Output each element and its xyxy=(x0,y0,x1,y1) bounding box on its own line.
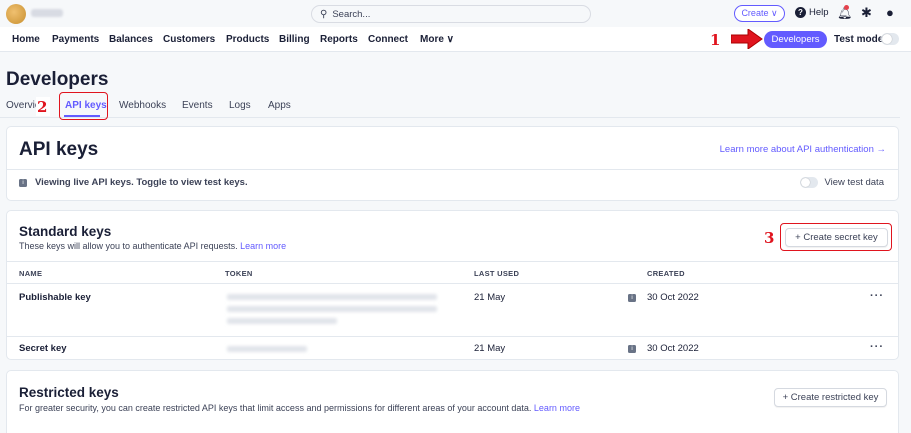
annotation-1: 1 xyxy=(710,31,721,49)
create-button[interactable]: Create ∨ xyxy=(734,5,785,22)
divider xyxy=(7,261,898,262)
key-name: Publishable key xyxy=(19,292,91,303)
test-mode-label: Test mode xyxy=(834,34,884,45)
column-header-created: CREATED xyxy=(647,269,685,278)
row-menu-icon[interactable]: ··· xyxy=(870,341,884,353)
annotation-3: 3 xyxy=(764,229,775,247)
learn-api-auth-link[interactable]: Learn more about API authentication → xyxy=(720,144,886,155)
last-used: 21 May xyxy=(474,343,506,354)
restricted-keys-subtitle: For greater security, you can create res… xyxy=(19,403,580,413)
info-icon[interactable]: i xyxy=(628,294,636,302)
annotation-3-highlight xyxy=(780,223,892,251)
divider xyxy=(7,283,898,284)
column-header-token: TOKEN xyxy=(225,269,253,278)
search-placeholder: Search... xyxy=(332,8,371,20)
standard-keys-learn-more-link[interactable]: Learn more xyxy=(240,241,286,251)
nav-item-customers[interactable]: Customers xyxy=(163,34,215,45)
api-keys-title: API keys xyxy=(19,139,99,160)
token-redacted xyxy=(227,346,307,352)
nav-item-billing[interactable]: Billing xyxy=(279,34,310,45)
nav-item-balances[interactable]: Balances xyxy=(109,34,153,45)
gear-icon[interactable]: ✱ xyxy=(861,5,872,21)
tab-bar: Overview API keys Webhooks Events Logs A… xyxy=(0,96,900,118)
standard-keys-subtitle: These keys will allow you to authenticat… xyxy=(19,241,286,251)
nav-item-more[interactable]: More ∨ xyxy=(420,34,454,45)
help-icon: ? xyxy=(795,7,806,18)
nav-item-connect[interactable]: Connect xyxy=(368,34,408,45)
key-name: Secret key xyxy=(19,343,67,354)
token-redacted xyxy=(227,318,337,324)
row-menu-icon[interactable]: ··· xyxy=(870,290,884,302)
top-bar: ⚲ Search... Create ∨ ? Help 🔔︎ ✱ ● xyxy=(0,0,911,27)
created-date: 30 Oct 2022 xyxy=(647,343,699,354)
user-icon[interactable]: ● xyxy=(886,5,894,20)
search-icon: ⚲ xyxy=(320,8,328,20)
view-test-toggle-switch[interactable] xyxy=(800,177,819,188)
account-name-blurred[interactable] xyxy=(31,9,63,17)
create-restricted-key-button[interactable]: + Create restricted key xyxy=(774,388,887,407)
nav-item-products[interactable]: Products xyxy=(226,34,269,45)
token-redacted xyxy=(227,306,437,312)
info-icon: i xyxy=(19,179,27,187)
notification-dot xyxy=(844,5,849,10)
restricted-keys-title: Restricted keys xyxy=(19,385,119,400)
column-header-name: NAME xyxy=(19,269,43,278)
restricted-keys-card: Restricted keys For greater security, yo… xyxy=(6,370,899,433)
nav-item-payments[interactable]: Payments xyxy=(52,34,99,45)
tab-logs[interactable]: Logs xyxy=(229,100,251,111)
annotation-2-highlight xyxy=(59,92,108,120)
standard-keys-title: Standard keys xyxy=(19,224,112,239)
view-test-data-label: View test data xyxy=(824,177,884,188)
restricted-keys-learn-more-link[interactable]: Learn more xyxy=(534,403,580,413)
annotation-2: 2 xyxy=(37,98,48,116)
column-header-last-used: LAST USED xyxy=(474,269,520,278)
help-button[interactable]: ? Help xyxy=(795,7,829,18)
view-test-data-toggle[interactable]: View test data xyxy=(800,177,884,188)
restricted-keys-subtitle-text: For greater security, you can create res… xyxy=(19,403,532,413)
annotation-arrow-icon xyxy=(731,29,763,49)
account-logo[interactable] xyxy=(6,4,26,24)
developers-button[interactable]: Developers xyxy=(764,31,827,48)
tab-events[interactable]: Events xyxy=(182,100,213,111)
api-keys-card: API keys Learn more about API authentica… xyxy=(6,126,899,201)
test-mode-toggle[interactable] xyxy=(881,33,899,45)
page-title: Developers xyxy=(6,69,109,90)
search-input[interactable]: ⚲ Search... xyxy=(311,5,591,23)
tab-apps[interactable]: Apps xyxy=(268,100,291,111)
nav-item-home[interactable]: Home xyxy=(12,34,40,45)
divider xyxy=(7,169,898,170)
nav-item-reports[interactable]: Reports xyxy=(320,34,358,45)
token-redacted xyxy=(227,294,437,300)
tab-webhooks[interactable]: Webhooks xyxy=(119,100,166,111)
created-date: 30 Oct 2022 xyxy=(647,292,699,303)
standard-keys-subtitle-text: These keys will allow you to authenticat… xyxy=(19,241,238,251)
info-icon[interactable]: i xyxy=(628,345,636,353)
help-label: Help xyxy=(809,7,829,18)
live-keys-notice: Viewing live API keys. Toggle to view te… xyxy=(35,177,248,188)
divider xyxy=(7,336,898,337)
last-used: 21 May xyxy=(474,292,506,303)
